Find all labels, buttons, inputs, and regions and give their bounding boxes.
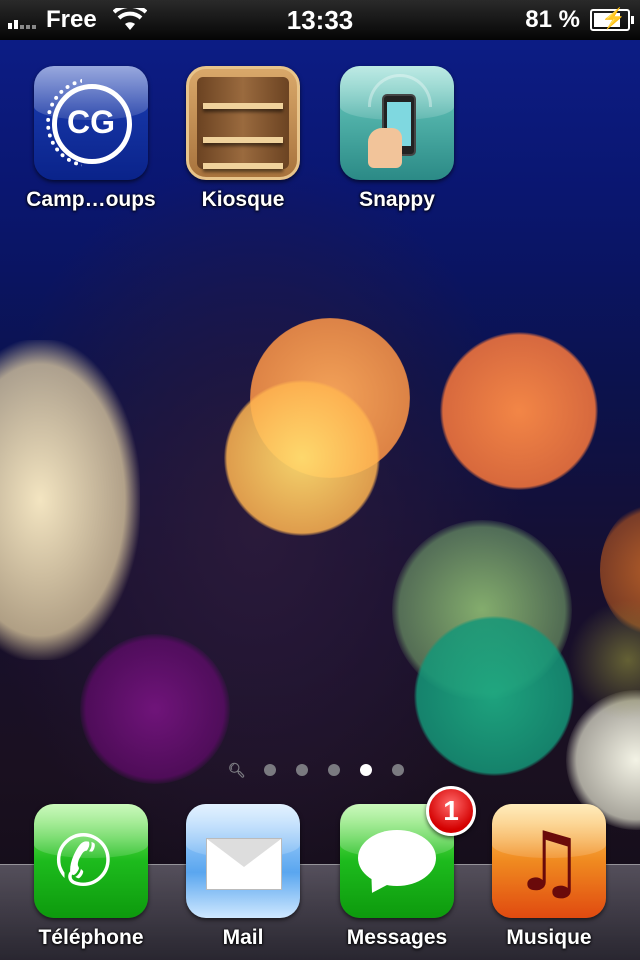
snappy-icon[interactable] <box>340 66 454 180</box>
page-dot-current[interactable] <box>360 764 372 776</box>
dock-app-phone[interactable]: ✆ Téléphone <box>16 804 166 950</box>
campgroups-logo-text: CG <box>67 104 115 140</box>
app-label: Mail <box>222 926 264 949</box>
app-label: Téléphone <box>38 926 144 949</box>
app-campgroups[interactable]: CG Camp…oups <box>21 66 161 212</box>
dock: ✆ Téléphone Mail 1 Messages ♫ Musique <box>0 786 640 960</box>
app-snappy[interactable]: Snappy <box>327 66 467 212</box>
app-label: Camp…oups <box>26 188 156 211</box>
newsstand-icon[interactable] <box>186 66 300 180</box>
battery-status: 81 % ⚡ <box>525 6 634 34</box>
notification-badge: 1 <box>426 786 476 836</box>
phone-icon[interactable]: ✆ <box>34 804 148 918</box>
app-label: Musique <box>506 926 592 949</box>
page-dot[interactable] <box>392 764 404 776</box>
page-dot[interactable] <box>264 764 276 776</box>
music-icon[interactable]: ♫ <box>492 804 606 918</box>
status-bar: Free 13:33 81 % ⚡ <box>0 0 640 40</box>
messages-icon[interactable]: 1 <box>340 786 476 918</box>
app-label: Snappy <box>359 188 435 211</box>
app-label: Messages <box>346 926 448 949</box>
battery-icon: ⚡ <box>590 8 634 31</box>
charging-bolt-icon: ⚡ <box>601 8 626 30</box>
app-label: Kiosque <box>201 188 285 211</box>
page-indicator[interactable]: 🔍︎ <box>0 762 640 779</box>
dock-app-messages[interactable]: 1 Messages <box>322 786 476 950</box>
campgroups-icon[interactable]: CG <box>34 66 148 180</box>
app-kiosque[interactable]: Kiosque <box>173 66 313 212</box>
page-dot[interactable] <box>328 764 340 776</box>
spotlight-search-icon[interactable]: 🔍︎ <box>228 762 246 779</box>
battery-percent: 81 % <box>525 6 580 33</box>
dock-app-mail[interactable]: Mail <box>168 804 318 950</box>
dock-app-music[interactable]: ♫ Musique <box>474 804 624 950</box>
page-dot[interactable] <box>296 764 308 776</box>
mail-icon[interactable] <box>186 804 300 918</box>
